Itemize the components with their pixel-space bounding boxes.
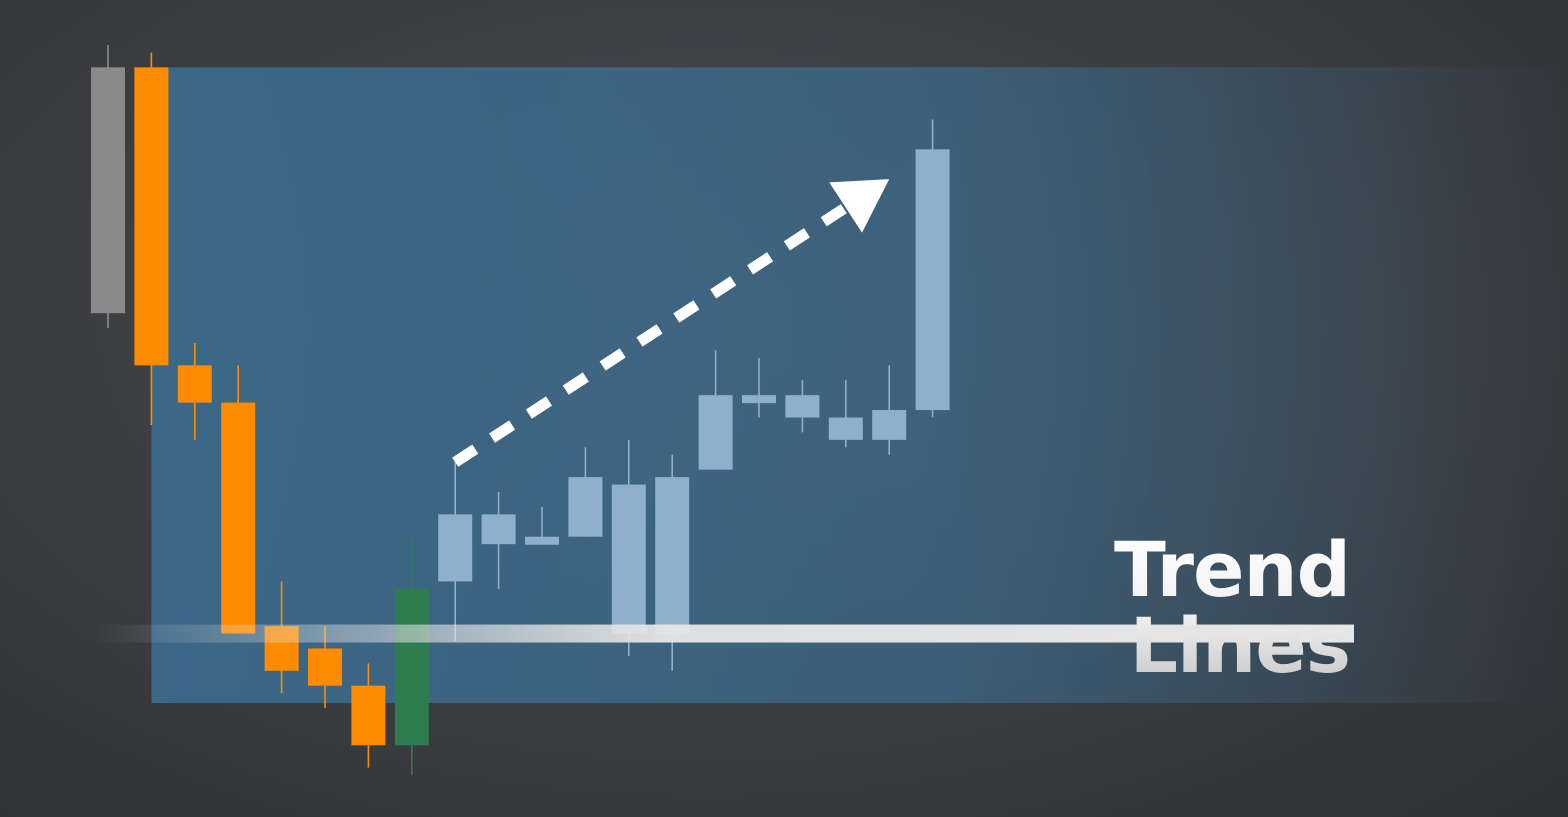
candle-4 — [221, 365, 256, 634]
chart-stage: Trend Lines — [0, 0, 1568, 817]
candle-body — [655, 477, 690, 634]
candle-body — [394, 588, 429, 746]
candle-body — [611, 484, 646, 634]
candle-20 — [915, 119, 950, 418]
candle-body — [177, 365, 212, 403]
candle-body — [308, 648, 342, 686]
candle-body — [698, 395, 733, 470]
candle-body — [568, 477, 603, 537]
chart-title: Trend Lines — [880, 532, 1351, 684]
candle-body — [525, 536, 559, 545]
candlestick-chart — [91, 45, 1568, 776]
candle-body — [785, 395, 820, 418]
candle-body — [742, 395, 776, 404]
candle-body — [481, 514, 516, 545]
candle-body — [438, 514, 473, 582]
candle-body — [134, 67, 169, 366]
candle-body — [351, 685, 386, 746]
candle-body — [221, 402, 256, 634]
candle-body — [915, 149, 950, 411]
candle-1 — [91, 45, 125, 329]
candle-body — [91, 67, 125, 314]
candle-body — [828, 417, 863, 440]
candle-body — [872, 410, 907, 440]
highlight-zone — [151, 67, 1568, 704]
